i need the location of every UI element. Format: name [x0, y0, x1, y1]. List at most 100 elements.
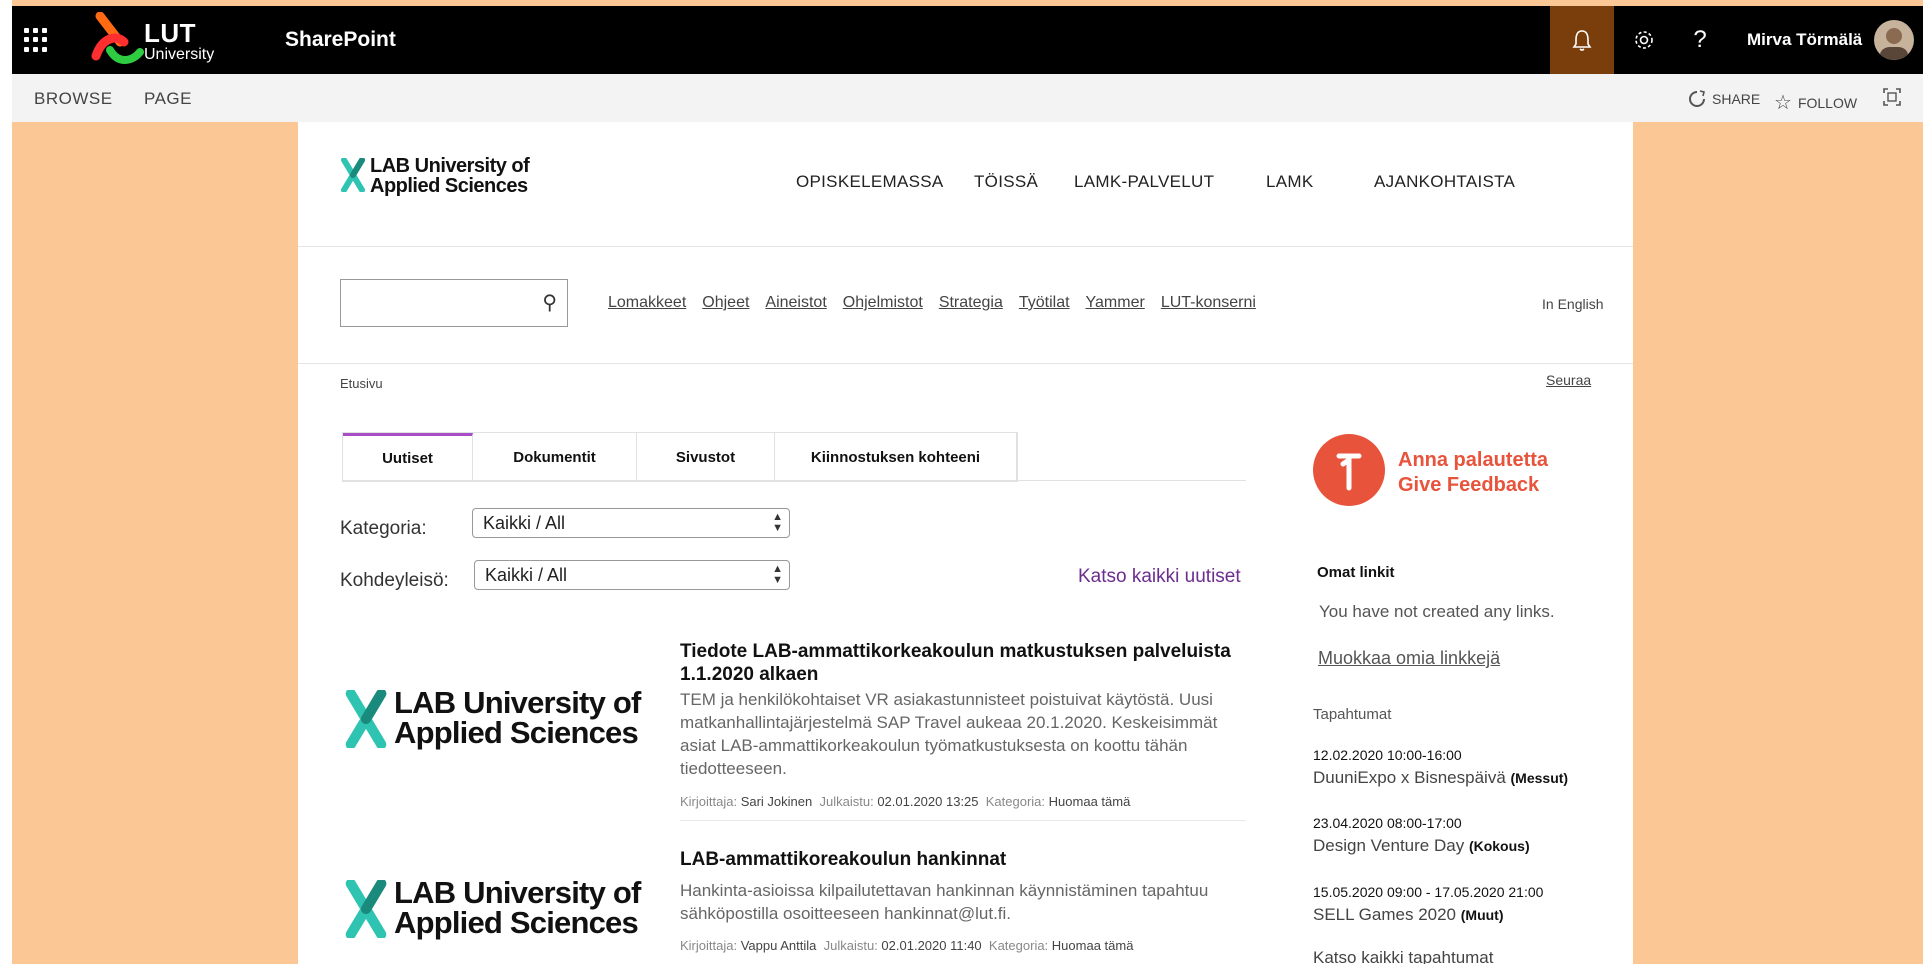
- feedback-icon[interactable]: [1313, 434, 1385, 506]
- quick-link-aineistot[interactable]: Aineistot: [765, 294, 826, 312]
- quick-link-yammer[interactable]: Yammer: [1086, 294, 1145, 312]
- quick-link-tyotilat[interactable]: Työtilat: [1019, 294, 1070, 312]
- share-icon: [1689, 90, 1705, 107]
- news-meta-2: Kirjoittaja: Vappu Anttila Julkaistu: 02…: [680, 938, 1133, 953]
- search-icon[interactable]: ⚲: [542, 290, 557, 315]
- image-line1: LAB University of: [394, 685, 641, 720]
- follow-site-link[interactable]: Seuraa: [1546, 372, 1591, 388]
- share-label: SHARE: [1712, 91, 1761, 107]
- event-title: DuuniExpo x Bisnespäivä: [1313, 768, 1506, 787]
- event-type: (Messut): [1510, 770, 1569, 786]
- tab-kiinnostuksen-kohteeni[interactable]: Kiinnostuksen kohteeni: [775, 433, 1017, 481]
- news-image[interactable]: LAB University of Applied Sciences: [340, 674, 650, 770]
- category-value: Kaikki / All: [483, 512, 566, 533]
- author-label: Kirjoittaja:: [680, 938, 738, 953]
- author: Sari Jokinen: [740, 794, 813, 809]
- ribbon: BROWSE PAGE SHARE ☆ FOLLOW: [12, 74, 1923, 122]
- focus-icon: [1883, 88, 1901, 106]
- follow-button[interactable]: ☆ FOLLOW: [1774, 90, 1857, 115]
- share-button[interactable]: SHARE: [1688, 90, 1760, 108]
- logo-line1: LAB University of: [370, 155, 530, 177]
- nav-lamk[interactable]: LAMK: [1266, 172, 1314, 192]
- select-arrows-icon: ▲ ▼: [772, 511, 783, 534]
- news-separator: [680, 820, 1246, 821]
- news-title-1[interactable]: Tiedote LAB-ammattikorkeakoulun matkustu…: [680, 640, 1250, 686]
- page-content: LAB University of Applied Sciences OPISK…: [298, 122, 1633, 964]
- search-box: ⚲: [340, 279, 568, 327]
- feedback-link[interactable]: Anna palautetta Give Feedback: [1398, 448, 1548, 498]
- category: Huomaa tämä: [1048, 794, 1131, 809]
- quick-links: Lomakkeet Ohjeet Aineistot Ohjelmistot S…: [608, 294, 1256, 312]
- gear-icon[interactable]: [1630, 26, 1658, 54]
- lab-logo-icon: [345, 690, 387, 748]
- published: 02.01.2020 13:25: [877, 794, 979, 809]
- event-date: 12.02.2020 10:00-16:00: [1313, 747, 1462, 763]
- logo-line2: Applied Sciences: [370, 175, 528, 197]
- avatar[interactable]: [1874, 20, 1914, 60]
- help-icon[interactable]: ?: [1686, 26, 1714, 54]
- category: Huomaa tämä: [1051, 938, 1134, 953]
- star-icon: ☆: [1774, 92, 1792, 114]
- ribbon-tab-browse[interactable]: BROWSE: [34, 89, 113, 109]
- tab-divider: [342, 480, 1246, 481]
- events-title: Tapahtumat: [1313, 706, 1392, 723]
- breadcrumb[interactable]: Etusivu: [340, 376, 383, 391]
- event-date: 15.05.2020 09:00 - 17.05.2020 21:00: [1313, 884, 1544, 900]
- nav-toissa[interactable]: TÖISSÄ: [974, 172, 1038, 192]
- category-label: Kategoria:: [340, 518, 427, 539]
- lab-logo-text[interactable]: LAB University of Applied Sciences: [370, 155, 530, 197]
- edit-links-link[interactable]: Muokkaa omia linkkejä: [1318, 648, 1500, 669]
- own-links-title: Omat linkit: [1317, 564, 1395, 581]
- tab-dokumentit[interactable]: Dokumentit: [473, 433, 637, 481]
- tab-sivustot[interactable]: Sivustot: [637, 433, 775, 481]
- ribbon-tab-page[interactable]: PAGE: [144, 89, 192, 109]
- tab-uutiset[interactable]: Uutiset: [343, 433, 473, 481]
- notifications-button[interactable]: [1550, 6, 1614, 74]
- focus-content-button[interactable]: [1882, 87, 1902, 107]
- search-input[interactable]: [341, 280, 537, 324]
- all-news-link[interactable]: Katso kaikki uutiset: [1078, 566, 1241, 588]
- content-tabs: Uutiset Dokumentit Sivustot Kiinnostukse…: [342, 432, 1018, 482]
- quick-link-lut-konserni[interactable]: LUT-konserni: [1161, 294, 1256, 312]
- event-type: (Kokous): [1468, 838, 1530, 854]
- event-item[interactable]: DuuniExpo x Bisnespäivä (Messut): [1313, 768, 1568, 788]
- category-select[interactable]: Kaikki / All ▲ ▼: [472, 508, 790, 538]
- quick-link-ohjelmistot[interactable]: Ohjelmistot: [843, 294, 923, 312]
- quick-link-lomakkeet[interactable]: Lomakkeet: [608, 294, 686, 312]
- quick-link-ohjeet[interactable]: Ohjeet: [702, 294, 749, 312]
- select-arrows-icon: ▲ ▼: [772, 563, 783, 586]
- nav-lamk-palvelut[interactable]: LAMK-PALVELUT: [1074, 172, 1214, 192]
- published-label: Julkaistu:: [823, 938, 878, 953]
- event-item[interactable]: Design Venture Day (Kokous): [1313, 836, 1530, 856]
- nav-opiskelemassa[interactable]: OPISKELEMASSA: [796, 172, 944, 192]
- brand-line1: LUT: [144, 18, 197, 48]
- own-links-empty: You have not created any links.: [1319, 602, 1555, 621]
- image-line2: Applied Sciences: [394, 715, 639, 750]
- event-title: SELL Games 2020: [1313, 905, 1457, 924]
- published: 02.01.2020 11:40: [881, 938, 982, 953]
- audience-select[interactable]: Kaikki / All ▲ ▼: [474, 560, 790, 590]
- user-name[interactable]: Mirva Törmälä: [1747, 30, 1862, 50]
- feedback-line1: Anna palautetta: [1398, 449, 1549, 471]
- app-name[interactable]: SharePoint: [285, 28, 396, 52]
- all-events-link[interactable]: Katso kaikki tapahtumat: [1313, 948, 1493, 964]
- brand-line2: University: [144, 46, 215, 63]
- nav-ajankohtaista[interactable]: AJANKOHTAISTA: [1374, 172, 1515, 192]
- news-body-1: TEM ja henkilökohtaiset VR asiakastunnis…: [680, 690, 1218, 778]
- bell-icon: [1572, 30, 1592, 51]
- event-date: 23.04.2020 08:00-17:00: [1313, 815, 1462, 831]
- audience-label: Kohdeyleisö:: [340, 570, 449, 591]
- published-label: Julkaistu:: [819, 794, 874, 809]
- quick-link-strategia[interactable]: Strategia: [939, 294, 1003, 312]
- app-launcher-icon[interactable]: [24, 28, 48, 52]
- lab-logo-icon[interactable]: [340, 158, 366, 192]
- news-title-2[interactable]: LAB-ammattikoreakoulun hankinnat: [680, 848, 1250, 871]
- browser-frame: LUT University SharePoint ? Mirva Törmäl…: [12, 0, 1923, 964]
- author: Vappu Anttila: [740, 938, 817, 953]
- news-meta-1: Kirjoittaja: Sari Jokinen Julkaistu: 02.…: [680, 794, 1130, 809]
- follow-label: FOLLOW: [1797, 94, 1858, 111]
- news-image-2[interactable]: LAB University of Applied Sciences: [340, 862, 650, 958]
- event-item[interactable]: SELL Games 2020 (Muut): [1313, 905, 1504, 925]
- lut-brand[interactable]: LUT University: [144, 20, 214, 63]
- language-link[interactable]: In English: [1542, 296, 1603, 312]
